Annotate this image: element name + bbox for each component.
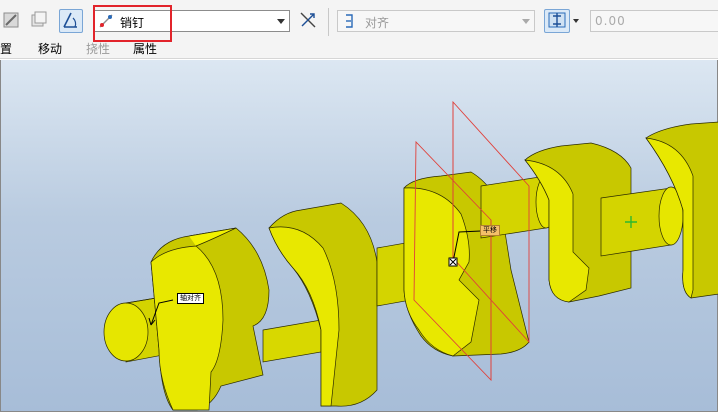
dashboard-tabs: 置 移动 挠性 属性	[0, 42, 718, 59]
tab-placement[interactable]: 置	[0, 42, 12, 57]
graphics-viewport[interactable]: 轴对齐 平移	[0, 60, 718, 412]
crank-pin-1	[262, 319, 322, 363]
chevron-down-icon[interactable]	[573, 19, 579, 23]
flip-constraint-button[interactable]	[296, 9, 320, 33]
offset-value-field[interactable]: 0.00	[590, 10, 718, 32]
coincident-icon	[547, 10, 567, 33]
crank-web-1	[150, 227, 270, 411]
tab-flexibility: 挠性	[86, 42, 111, 56]
pencil-icon	[2, 10, 22, 33]
copy-component-button[interactable]	[27, 9, 51, 33]
constraint-label-translate[interactable]: 平移	[480, 225, 500, 236]
constraint-align-value: 对齐	[365, 16, 390, 30]
constraint-align-select[interactable]: 对齐	[337, 10, 535, 32]
toolbar-separator	[328, 8, 329, 36]
placement-icon-button[interactable]	[0, 9, 24, 33]
user-defined-constraint-button[interactable]	[59, 9, 83, 33]
tab-move[interactable]: 移动	[38, 42, 62, 57]
offset-value-text: 0.00	[595, 14, 626, 28]
align-icon	[342, 13, 358, 32]
crankshaft-model	[103, 100, 718, 411]
offset-type-button[interactable]	[544, 9, 570, 33]
stack-icon	[29, 10, 49, 33]
constraint-angle-icon	[61, 10, 81, 33]
chevron-down-icon	[277, 19, 285, 24]
flip-arrows-icon	[298, 10, 318, 33]
chevron-down-icon	[522, 19, 530, 24]
highlight-box	[93, 5, 172, 42]
constraint-label-axis-align[interactable]: 轴对齐	[177, 293, 204, 304]
tab-properties[interactable]: 属性	[133, 42, 157, 57]
crank-web-2	[268, 202, 378, 407]
shaft-right-2	[600, 186, 684, 257]
